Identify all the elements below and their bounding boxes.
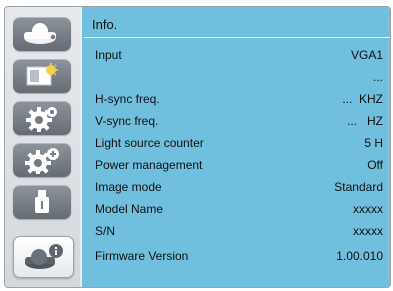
info-row-power-management: Power management Off bbox=[82, 155, 390, 175]
sidebar bbox=[5, 7, 80, 287]
sidebar-item-setting[interactable] bbox=[13, 101, 71, 135]
usb-icon bbox=[32, 188, 52, 216]
row-label: Image mode bbox=[95, 180, 162, 194]
projector-info-icon bbox=[22, 242, 66, 272]
info-row-image-mode: Image mode Standard bbox=[82, 177, 390, 197]
row-label: Power management bbox=[95, 158, 203, 172]
info-row-light-source-counter: Light source counter 5 H bbox=[82, 133, 390, 153]
row-value: ... KHZ bbox=[342, 92, 383, 106]
row-value: 5 H bbox=[364, 136, 383, 150]
menu-window: Info. Input VGA1 ... H-sync freq. ... KH… bbox=[4, 6, 391, 288]
sidebar-item-info[interactable] bbox=[13, 236, 74, 278]
row-label: Firmware Version bbox=[95, 249, 189, 263]
row-value: Standard bbox=[334, 180, 383, 194]
info-row-signal: ... bbox=[82, 67, 390, 87]
gear-icon bbox=[22, 104, 62, 132]
info-row-h-sync: H-sync freq. ... KHZ bbox=[82, 89, 390, 109]
row-label: S/N bbox=[95, 224, 116, 238]
row-label: H-sync freq. bbox=[95, 92, 160, 106]
row-value: 1.00.010 bbox=[336, 249, 383, 263]
panel-title: Info. bbox=[92, 17, 118, 32]
sidebar-item-picture[interactable] bbox=[13, 17, 71, 51]
row-label: Model Name bbox=[95, 202, 164, 216]
image-adjust-icon bbox=[22, 63, 62, 89]
sidebar-item-usb[interactable] bbox=[13, 185, 71, 219]
info-row-serial-number: S/N xxxxx bbox=[82, 221, 390, 241]
info-panel: Info. Input VGA1 ... H-sync freq. ... KH… bbox=[82, 7, 390, 287]
info-row-firmware-version: Firmware Version 1.00.010 bbox=[82, 246, 390, 266]
row-value: ... bbox=[372, 70, 383, 84]
row-value: VGA1 bbox=[350, 48, 383, 62]
info-row-input: Input VGA1 bbox=[82, 45, 390, 65]
row-value: xxxxx bbox=[353, 202, 383, 216]
projector-icon bbox=[22, 22, 62, 46]
sidebar-item-expanded-setting[interactable] bbox=[13, 143, 71, 177]
gear-plus-icon bbox=[22, 146, 62, 174]
info-row-model-name: Model Name xxxxx bbox=[82, 199, 390, 219]
row-value: ... HZ bbox=[347, 114, 383, 128]
info-row-v-sync: V-sync freq. ... HZ bbox=[82, 111, 390, 131]
row-value: Off bbox=[367, 158, 383, 172]
title-divider bbox=[84, 37, 390, 38]
row-label: Input bbox=[95, 48, 122, 62]
sidebar-item-image-adjust[interactable] bbox=[13, 59, 71, 93]
row-label: Light source counter bbox=[95, 136, 204, 150]
row-value: xxxxx bbox=[353, 224, 383, 238]
row-label: V-sync freq. bbox=[95, 114, 159, 128]
